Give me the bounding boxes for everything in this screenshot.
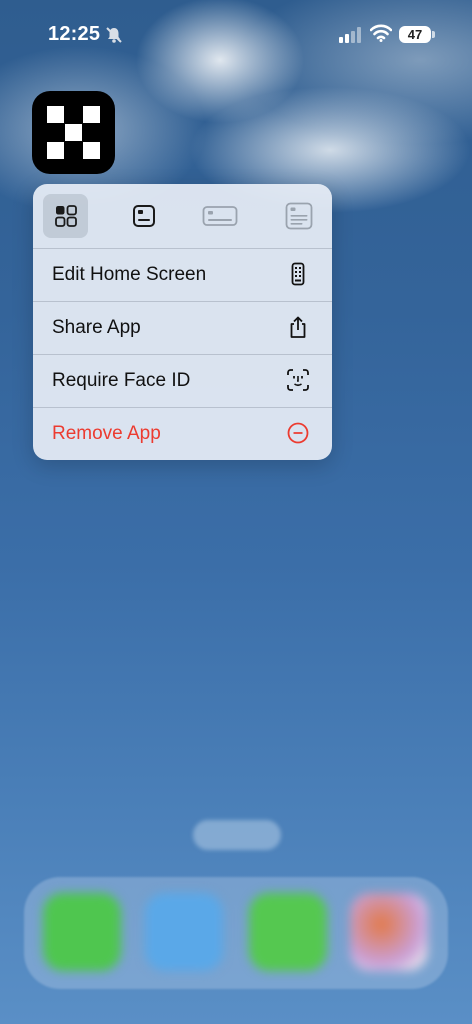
small-grid-widget-button[interactable] <box>43 194 88 238</box>
share-app-item[interactable]: Share App <box>33 302 332 354</box>
item-label: Require Face ID <box>52 370 191 391</box>
small-widget-button[interactable] <box>121 194 166 238</box>
large-widget-button[interactable] <box>276 194 321 238</box>
bell-slash-icon <box>106 27 122 43</box>
share-icon <box>290 316 306 338</box>
battery-nub <box>432 31 435 38</box>
phone-icon <box>291 262 305 286</box>
photos-app-icon[interactable] <box>350 893 428 971</box>
search-pill[interactable] <box>193 820 281 850</box>
wifi-icon <box>370 24 392 42</box>
item-label: Remove App <box>52 423 161 444</box>
remove-app-item[interactable]: Remove App <box>33 408 332 460</box>
phone-app-icon[interactable] <box>43 893 121 971</box>
checkerboard-app-icon[interactable] <box>32 91 115 174</box>
signal-icon <box>339 27 361 43</box>
status-bar: 12:25 47 <box>0 0 472 70</box>
safari-app-icon[interactable] <box>145 893 223 971</box>
battery-level: 47 <box>407 27 423 42</box>
small-grid-widget-icon <box>54 205 77 227</box>
medium-widget-icon <box>202 206 237 226</box>
widget-size-selector <box>33 184 332 248</box>
face-id-icon <box>287 369 309 391</box>
large-widget-icon <box>285 202 312 230</box>
medium-widget-button[interactable] <box>197 194 242 238</box>
status-time: 12:25 <box>48 23 101 45</box>
require-face-id-item[interactable]: Require Face ID <box>33 355 332 407</box>
item-label: Edit Home Screen <box>52 264 207 285</box>
app-context-menu: Edit Home Screen Share App Require Face … <box>33 184 332 460</box>
messages-app-icon[interactable] <box>249 893 327 971</box>
small-widget-icon <box>132 205 155 227</box>
edit-home-screen-item[interactable]: Edit Home Screen <box>33 249 332 301</box>
minus-circle-icon <box>287 422 309 444</box>
battery-icon: 47 <box>399 26 431 43</box>
item-label: Share App <box>52 317 141 338</box>
